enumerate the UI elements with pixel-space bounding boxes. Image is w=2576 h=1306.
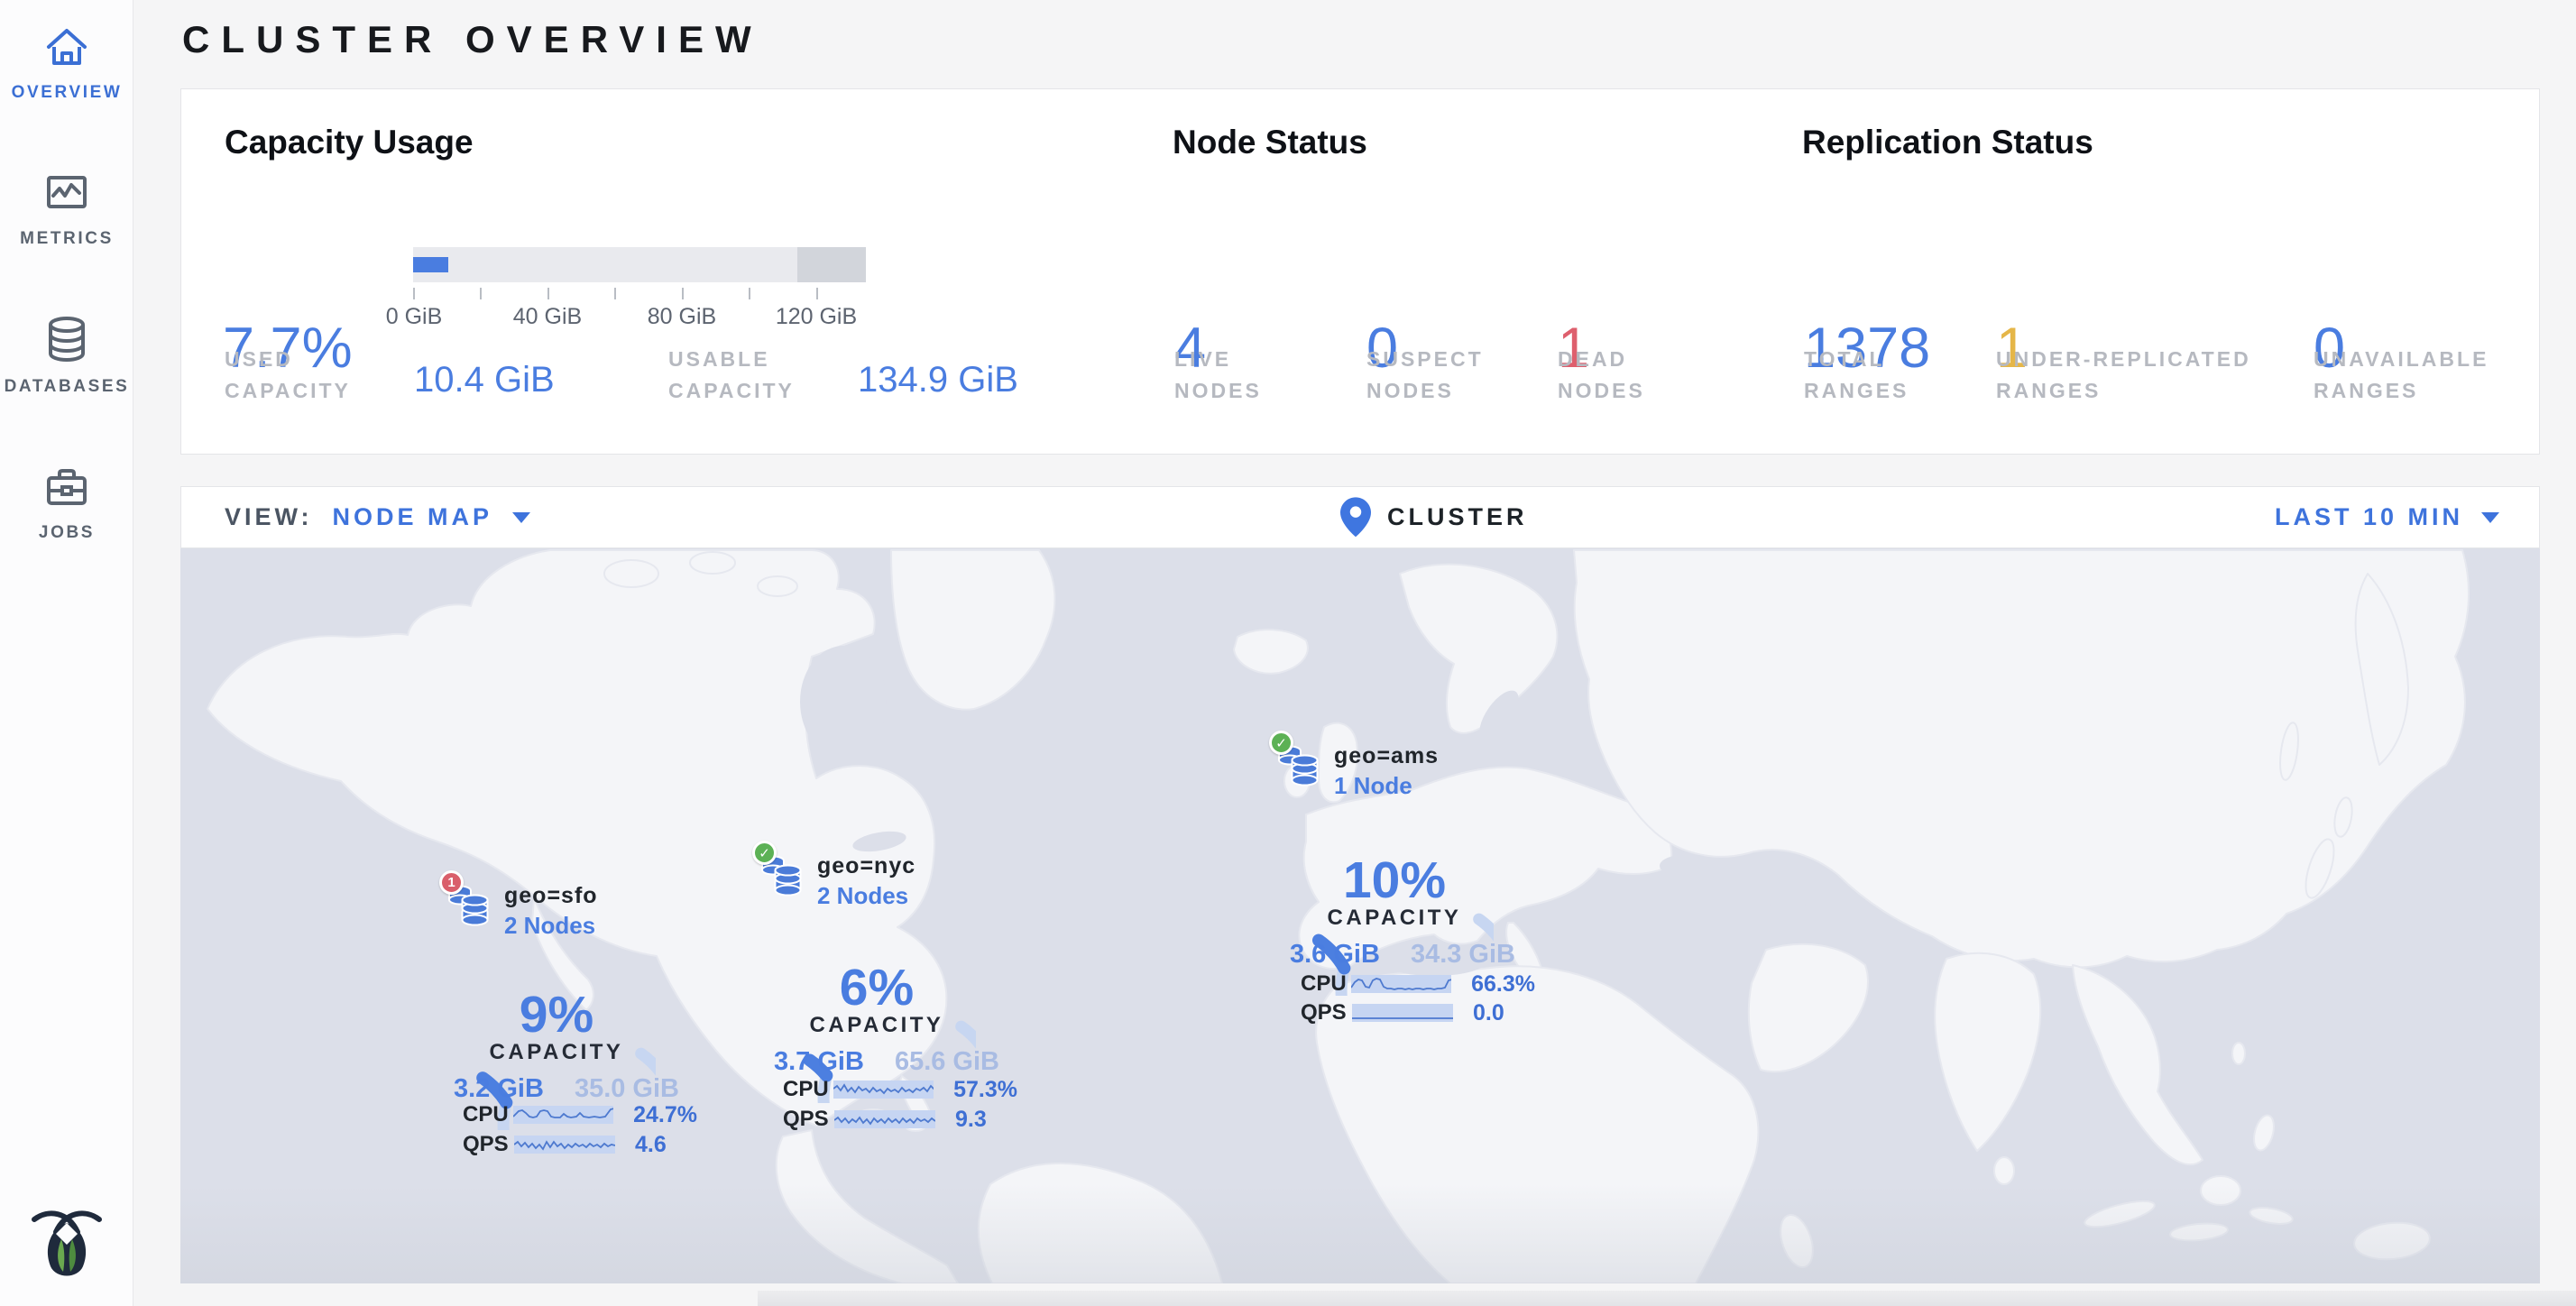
chevron-down-icon[interactable] bbox=[512, 512, 530, 523]
qps-stat-row: QPS 4.6 bbox=[463, 1133, 697, 1156]
location-pin-icon bbox=[1340, 497, 1371, 538]
usable-capacity-value: 134.9 GiB bbox=[858, 360, 1018, 400]
sidebar-item-metrics[interactable]: METRICS bbox=[0, 170, 133, 249]
usable-capacity-label: USABLE CAPACITY bbox=[668, 344, 795, 407]
bottom-scroll-shadow bbox=[758, 1291, 2576, 1306]
axis-tick bbox=[749, 288, 750, 299]
metrics-icon bbox=[42, 170, 91, 216]
cluster-overview-page: OVERVIEW METRICS DATABASES bbox=[0, 0, 2576, 1306]
axis-tick bbox=[547, 288, 549, 299]
axis-tick bbox=[480, 288, 482, 299]
capacity-percent: 6% bbox=[777, 962, 976, 1014]
sidebar-item-label: OVERVIEW bbox=[0, 83, 133, 103]
capacity-bar-reserved-segment bbox=[797, 247, 866, 282]
live-nodes-label: LIVE NODES bbox=[1174, 344, 1262, 407]
cpu-stat-row: CPU 57.3% bbox=[783, 1078, 1017, 1101]
capacity-percent: 9% bbox=[457, 989, 656, 1041]
locality-name: geo=sfo bbox=[504, 883, 598, 909]
dead-node-badge: 1 bbox=[439, 870, 464, 895]
cpu-sparkline bbox=[513, 1106, 613, 1124]
qps-sparkline bbox=[834, 1110, 935, 1128]
cpu-stat-row: CPU 24.7% bbox=[463, 1103, 697, 1127]
axis-tick-label: 40 GiB bbox=[493, 304, 602, 330]
capacity-bar-used-segment bbox=[413, 257, 448, 272]
qps-stat-row: QPS 0.0 bbox=[1301, 1001, 1535, 1025]
used-capacity-value: 10.4 GiB bbox=[414, 360, 555, 400]
capacity-bar bbox=[413, 247, 866, 282]
live-check-badge: ✓ bbox=[1269, 731, 1293, 755]
sidebar-item-jobs[interactable]: JOBS bbox=[0, 464, 133, 543]
home-icon bbox=[42, 23, 91, 70]
sidebar-item-databases[interactable]: DATABASES bbox=[0, 314, 133, 397]
locality-name: geo=ams bbox=[1334, 743, 1439, 769]
view-mode-dropdown[interactable]: NODE MAP bbox=[333, 503, 493, 531]
breadcrumb-cluster: CLUSTER bbox=[1387, 503, 1528, 531]
capacity-percent: 10% bbox=[1295, 855, 1494, 906]
sidebar-item-overview[interactable]: OVERVIEW bbox=[0, 23, 133, 103]
capacity-values: 3.7 GiB 65.6 GiB bbox=[774, 1047, 999, 1077]
databases-icon bbox=[42, 314, 91, 364]
cockroachdb-logo bbox=[22, 1205, 112, 1283]
total-ranges-label: TOTAL RANGES bbox=[1804, 344, 1909, 407]
capacity-values: 3.2 GiB 35.0 GiB bbox=[454, 1074, 679, 1104]
capacity-label: CAPACITY bbox=[777, 1013, 976, 1038]
dead-nodes-label: DEAD NODES bbox=[1558, 344, 1645, 407]
capacity-usage-title: Capacity Usage bbox=[225, 124, 474, 161]
axis-tick-label: 0 GiB bbox=[360, 304, 468, 330]
locality-node-count[interactable]: 1 Node bbox=[1334, 772, 1412, 800]
sidebar-item-label: JOBS bbox=[0, 523, 133, 543]
node-map[interactable]: 1 geo=sfo 2 Nodes 9% CAPACITY 3.2 GiB bbox=[180, 548, 2540, 1283]
chevron-down-icon bbox=[2481, 512, 2499, 523]
cluster-summary-card: Capacity Usage 7.7% 0 GiB 40 GiB 80 GiB … bbox=[180, 88, 2540, 455]
axis-tick bbox=[816, 288, 818, 299]
cpu-sparkline bbox=[833, 1081, 934, 1099]
page-title: CLUSTER OVERVIEW bbox=[182, 18, 763, 61]
cpu-stat-row: CPU 66.3% bbox=[1301, 972, 1535, 996]
jobs-icon bbox=[42, 464, 91, 510]
qps-sparkline bbox=[514, 1136, 615, 1154]
sidebar: OVERVIEW METRICS DATABASES bbox=[0, 0, 133, 1306]
capacity-values: 3.6 GiB 34.3 GiB bbox=[1290, 940, 1515, 970]
time-range-dropdown[interactable]: LAST 10 MIN bbox=[2275, 503, 2499, 531]
node-status-title: Node Status bbox=[1173, 124, 1367, 161]
locality-name: geo=nyc bbox=[817, 853, 915, 879]
qps-sparkline bbox=[1352, 1004, 1453, 1022]
unavailable-ranges-label: UNAVAILABLE RANGES bbox=[2314, 344, 2489, 407]
cpu-sparkline bbox=[1351, 975, 1451, 993]
suspect-nodes-label: SUSPECT NODES bbox=[1366, 344, 1484, 407]
axis-tick bbox=[682, 288, 684, 299]
axis-tick bbox=[614, 288, 616, 299]
sidebar-item-label: DATABASES bbox=[0, 377, 133, 397]
capacity-label: CAPACITY bbox=[457, 1040, 656, 1065]
sidebar-item-label: METRICS bbox=[0, 229, 133, 249]
used-capacity-label: USED CAPACITY bbox=[225, 344, 351, 407]
axis-tick-label: 80 GiB bbox=[628, 304, 736, 330]
view-label: VIEW: bbox=[225, 503, 313, 531]
capacity-label: CAPACITY bbox=[1295, 906, 1494, 931]
map-bottom-fade bbox=[180, 1184, 2540, 1283]
replication-status-title: Replication Status bbox=[1802, 124, 2093, 161]
axis-tick-label: 120 GiB bbox=[762, 304, 870, 330]
under-replicated-ranges-label: UNDER-REPLICATED RANGES bbox=[1996, 344, 2251, 407]
axis-tick bbox=[413, 288, 415, 299]
view-bar: VIEW: NODE MAP CLUSTER LAST 10 MIN bbox=[180, 486, 2540, 548]
qps-stat-row: QPS 9.3 bbox=[783, 1108, 1017, 1131]
live-check-badge: ✓ bbox=[752, 841, 777, 865]
